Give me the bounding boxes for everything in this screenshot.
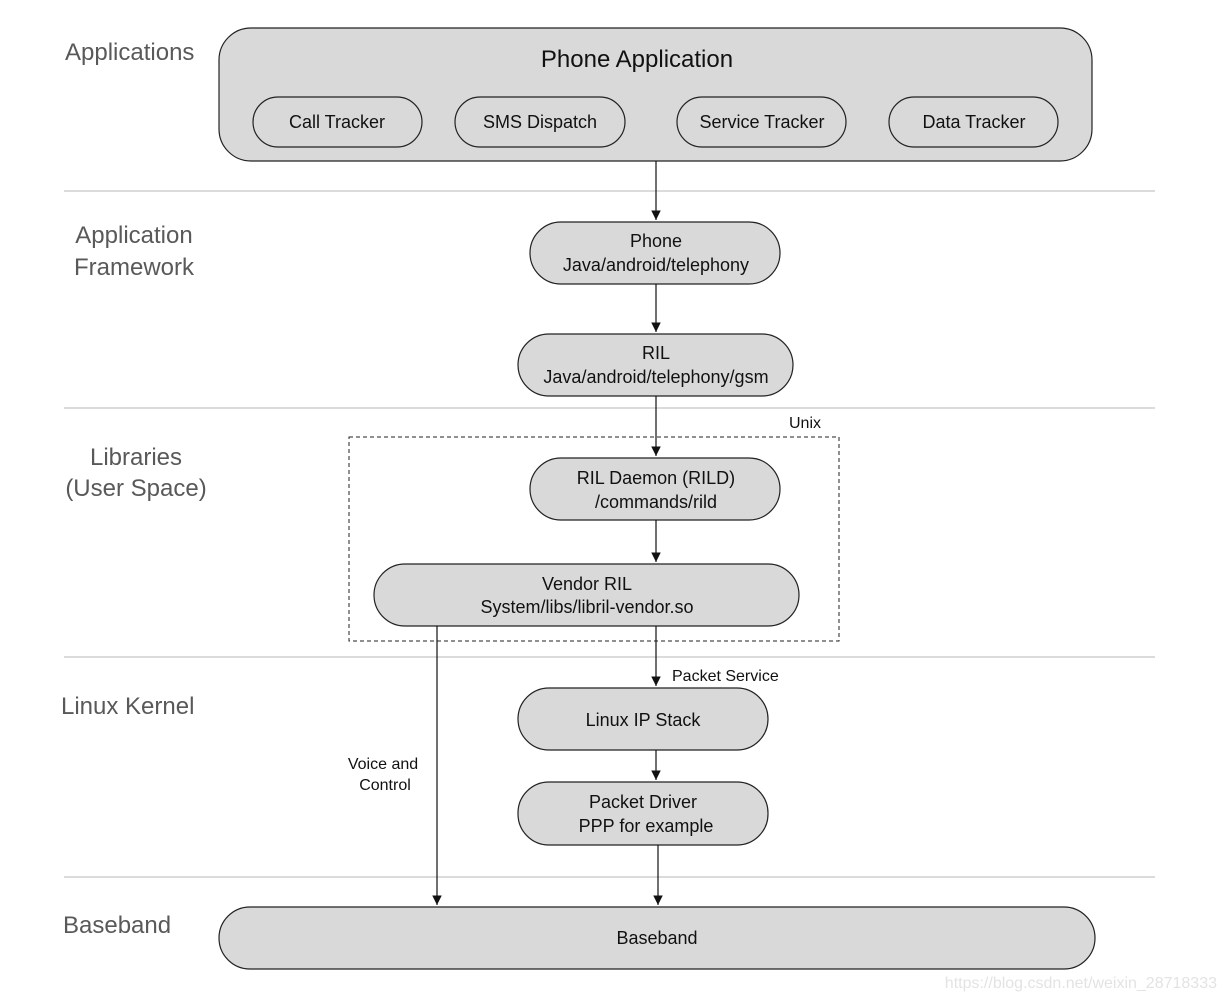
vendor-ril-label: Vendor RIL (542, 574, 632, 594)
layer-libraries: (User Space) (65, 475, 206, 502)
ril-architecture-diagram: Applications Application Framework Libra… (61, 27, 1217, 992)
layer-kernel: Linux Kernel (61, 693, 194, 720)
vendor-ril-path: System/libs/libril-vendor.so (480, 597, 693, 617)
layer-libraries: Libraries (90, 444, 182, 471)
watermark: https://blog.csdn.net/weixin_28718333 (945, 975, 1217, 992)
packet-service-label: Packet Service (672, 668, 779, 685)
packet-driver-sub: PPP for example (579, 816, 714, 836)
ip-stack-label: Linux IP Stack (586, 710, 702, 730)
rild-label: RIL Daemon (RILD) (577, 468, 735, 488)
voice-label: Control (359, 777, 411, 794)
packet-driver-label: Packet Driver (589, 792, 697, 812)
unix-label: Unix (789, 415, 821, 432)
voice-label: Voice and (348, 756, 418, 773)
layer-baseband: Baseband (63, 912, 171, 939)
phone-path: Java/android/telephony (563, 255, 749, 275)
diagram: Applications Application Framework Libra… (0, 0, 1227, 999)
ril-label: RIL (642, 343, 670, 363)
phone-label: Phone (630, 231, 682, 251)
layer-framework: Application (75, 222, 192, 249)
ril-path: Java/android/telephony/gsm (543, 367, 768, 387)
call-tracker-label: Call Tracker (289, 112, 385, 132)
data-tracker-label: Data Tracker (922, 112, 1025, 132)
sms-dispatch-label: SMS Dispatch (483, 112, 597, 132)
rild-path: /commands/rild (595, 492, 717, 512)
phone-application-title: Phone Application (541, 46, 733, 73)
layer-framework: Framework (74, 254, 195, 281)
service-tracker-label: Service Tracker (699, 112, 824, 132)
baseband-label: Baseband (616, 928, 697, 948)
layer-applications: Applications (65, 39, 194, 66)
